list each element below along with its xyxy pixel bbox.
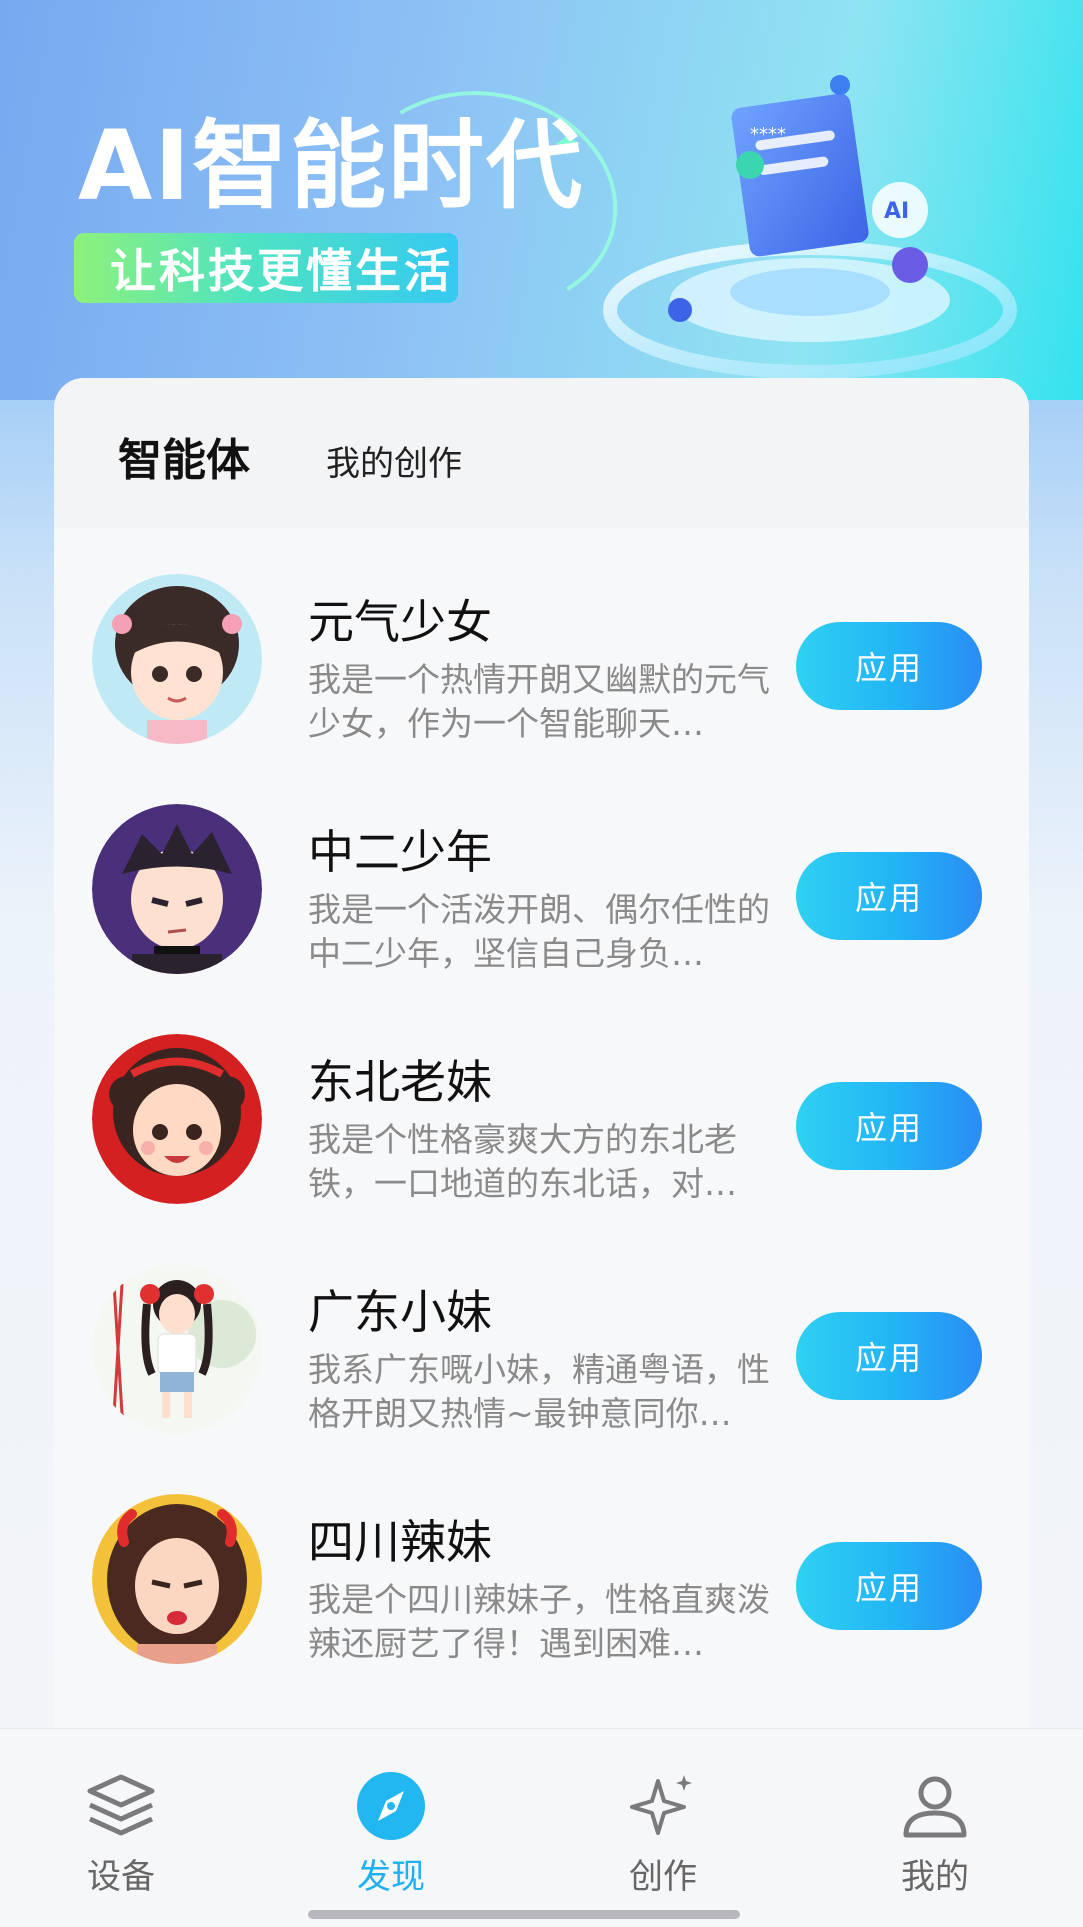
tab-agents[interactable]: 智能体: [114, 424, 250, 488]
agent-description: 我是个性格豪爽大方的东北老铁，一口地道的东北话，对…: [308, 1120, 737, 1203]
list-item[interactable]: 广东小妹 我系广东嘅小妹，精通粤语，性格开朗又热情~最钟意同你… 应用: [54, 1264, 1029, 1494]
apply-button[interactable]: 应用: [796, 622, 982, 710]
apply-button[interactable]: 应用: [796, 852, 982, 940]
nav-label-discover: 发现: [357, 1857, 425, 1897]
avatar: [92, 1034, 262, 1204]
agent-name: 广东小妹: [308, 1285, 492, 1339]
nav-item-create[interactable]: 创作: [578, 1729, 748, 1927]
nav-item-devices[interactable]: 设备: [36, 1729, 206, 1927]
list-item[interactable]: 东北老妹 我是个性格豪爽大方的东北老铁，一口地道的东北话，对… 应用: [54, 1034, 1029, 1264]
agent-description: 我是个四川辣妹子，性格直爽泼辣还厨艺了得！遇到困难…: [308, 1580, 770, 1663]
list-item[interactable]: 元气少女 我是一个热情开朗又幽默的元气少女，作为一个智能聊天… 应用: [54, 574, 1029, 804]
boy-avatar-icon: [92, 804, 262, 974]
user-icon: [903, 1776, 967, 1838]
apply-button[interactable]: 应用: [796, 1082, 982, 1170]
svg-text:****: ****: [750, 124, 786, 145]
bottom-nav: 设备 发现 创作 我的: [0, 1728, 1083, 1927]
agent-card: 智能体 我的创作 元气少女 我是一个热情开朗又幽默的元气少女，作为一个智能聊天……: [54, 378, 1029, 1748]
nav-label-create: 创作: [629, 1857, 697, 1897]
agent-list: 元气少女 我是一个热情开朗又幽默的元气少女，作为一个智能聊天… 应用 中二少年 …: [54, 574, 1029, 1724]
tab-bar: 智能体 我的创作: [54, 378, 1029, 528]
avatar: [92, 574, 262, 744]
hero-banner: ✦ AI智能时代 让科技更懂生活 **** AI: [0, 0, 1083, 400]
agent-name: 东北老妹: [308, 1055, 492, 1109]
compass-icon: [357, 1772, 425, 1840]
agent-description: 我是一个热情开朗又幽默的元气少女，作为一个智能聊天…: [308, 660, 770, 743]
avatar: [92, 1264, 262, 1434]
tab-my-creations-label: 我的创作: [326, 444, 462, 484]
agent-name: 四川辣妹: [308, 1515, 492, 1569]
nav-label-me: 我的: [901, 1857, 969, 1897]
sparkle-icon: [630, 1775, 692, 1835]
apply-button[interactable]: 应用: [796, 1312, 982, 1400]
agent-description: 我是一个活泼开朗、偶尔任性的中二少年，坚信自己身负…: [308, 890, 770, 973]
nav-item-discover[interactable]: 发现: [306, 1729, 476, 1927]
svg-text:AI: AI: [884, 199, 909, 224]
avatar: [92, 804, 262, 974]
banner-title: AI智能时代: [78, 110, 585, 222]
agent-name: 中二少年: [308, 825, 492, 879]
chili-girl-avatar-icon: [92, 1494, 262, 1664]
nav-label-devices: 设备: [87, 1857, 155, 1897]
ai-platform-illustration: **** AI: [603, 75, 1017, 379]
apply-button[interactable]: 应用: [796, 1542, 982, 1630]
avatar: [92, 1494, 262, 1664]
layers-icon: [87, 1774, 155, 1836]
home-indicator[interactable]: [308, 1910, 740, 1919]
list-item[interactable]: 四川辣妹 我是个四川辣妹子，性格直爽泼辣还厨艺了得！遇到困难… 应用: [54, 1494, 1029, 1724]
curly-girl-avatar-icon: [92, 1034, 262, 1204]
banner-subtitle: 让科技更懂生活: [74, 233, 458, 303]
list-item[interactable]: 中二少年 我是一个活泼开朗、偶尔任性的中二少年，坚信自己身负… 应用: [54, 804, 1029, 1034]
agent-description: 我系广东嘅小妹，精通粤语，性格开朗又热情~最钟意同你…: [308, 1350, 770, 1433]
canton-tower-girl-avatar-icon: [92, 1264, 262, 1434]
nav-item-me[interactable]: 我的: [850, 1729, 1020, 1927]
tab-agents-label: 智能体: [118, 435, 250, 486]
agent-name: 元气少女: [308, 595, 492, 649]
girl-pigtails-avatar-icon: [92, 574, 262, 744]
tab-my-creations[interactable]: 我的创作: [326, 436, 462, 485]
